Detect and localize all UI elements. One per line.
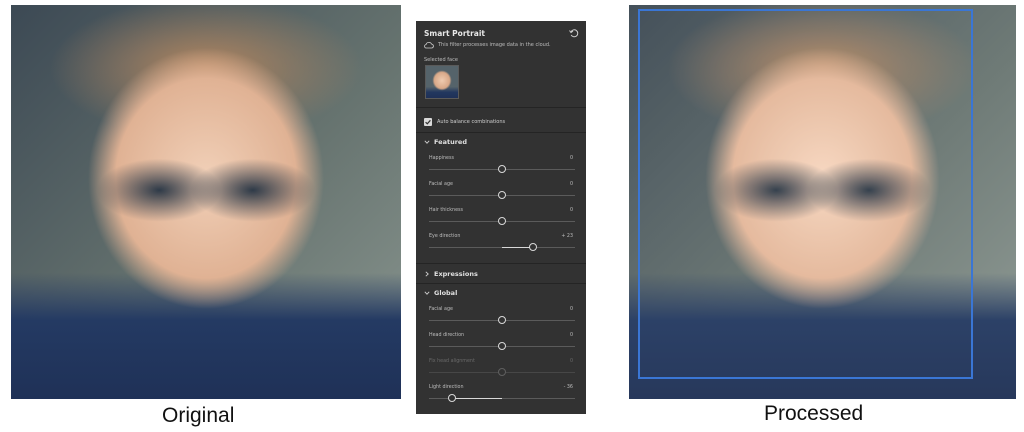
- slider-value: - 36: [563, 385, 573, 390]
- section-global[interactable]: Global: [424, 289, 578, 299]
- slider-thumb[interactable]: [498, 217, 506, 225]
- slider-value: 0: [569, 359, 573, 364]
- panel-header: Smart Portrait This filter processes ima…: [416, 21, 586, 107]
- slider-thumb[interactable]: [498, 191, 506, 199]
- slider-thumb[interactable]: [528, 243, 537, 251]
- slider-hair-thickness[interactable]: Hair thickness 0: [429, 208, 575, 230]
- slider-fill: [452, 397, 502, 399]
- slider-facial-age[interactable]: Facial age 0: [429, 182, 575, 204]
- section-expressions[interactable]: Expressions: [424, 270, 578, 280]
- processed-photo: [629, 5, 1016, 399]
- slider-value: + 23: [561, 234, 573, 239]
- slider-value: 0: [569, 156, 573, 161]
- checkmark-icon: [425, 119, 431, 125]
- chevron-right-icon: [425, 271, 429, 277]
- original-photo: [11, 5, 401, 399]
- slider-head-direction[interactable]: Head direction 0: [429, 333, 575, 355]
- section-featured[interactable]: Featured: [424, 138, 578, 148]
- smart-portrait-panel: Smart Portrait This filter processes ima…: [416, 21, 586, 414]
- divider: [416, 283, 586, 284]
- slider-label: Head direction: [429, 333, 465, 338]
- slider-global-facial-age[interactable]: Facial age 0: [429, 307, 575, 329]
- slider-thumb[interactable]: [448, 394, 457, 402]
- slider-light-direction[interactable]: Light direction - 36: [429, 385, 575, 407]
- slider-thumb[interactable]: [498, 165, 506, 173]
- face-selection-box: [638, 9, 973, 379]
- slider-value: 0: [569, 208, 573, 213]
- slider-value: 0: [569, 182, 573, 187]
- slider-thumb[interactable]: [498, 316, 506, 324]
- section-global-label: Global: [434, 289, 458, 297]
- chevron-down-icon: [424, 291, 430, 295]
- selected-face-label: Selected face: [424, 57, 458, 63]
- slider-eye-direction[interactable]: Eye direction + 23: [429, 234, 575, 256]
- slider-label: Light direction: [429, 385, 464, 390]
- cloud-processing-note: This filter processes image data in the …: [438, 42, 551, 48]
- cloud-icon: [424, 42, 434, 49]
- slider-label: Hair thickness: [429, 208, 464, 213]
- slider-label: Fix head alignment: [429, 359, 475, 364]
- processed-caption: Processed: [764, 402, 864, 425]
- slider-label: Happiness: [429, 156, 454, 161]
- selected-face-thumbnail[interactable]: [425, 65, 459, 99]
- slider-value: 0: [569, 307, 573, 312]
- slider-thumb: [498, 368, 506, 376]
- slider-thumb[interactable]: [498, 342, 506, 350]
- section-expressions-label: Expressions: [434, 270, 478, 278]
- auto-balance-label: Auto balance combinations: [437, 119, 506, 125]
- divider: [416, 263, 586, 264]
- divider: [416, 107, 586, 108]
- slider-value: 0: [569, 333, 573, 338]
- slider-label: Eye direction: [429, 234, 461, 239]
- original-caption: Original: [162, 404, 235, 427]
- divider: [416, 132, 586, 133]
- section-featured-label: Featured: [434, 138, 467, 146]
- panel-title: Smart Portrait: [424, 29, 486, 38]
- slider-happiness[interactable]: Happiness 0: [429, 156, 575, 178]
- slider-label: Facial age: [429, 307, 453, 312]
- chevron-down-icon: [424, 140, 430, 144]
- reset-icon[interactable]: [568, 27, 580, 39]
- slider-label: Facial age: [429, 182, 453, 187]
- auto-balance-checkbox[interactable]: [424, 118, 432, 126]
- slider-fix-head-alignment: Fix head alignment 0: [429, 359, 575, 381]
